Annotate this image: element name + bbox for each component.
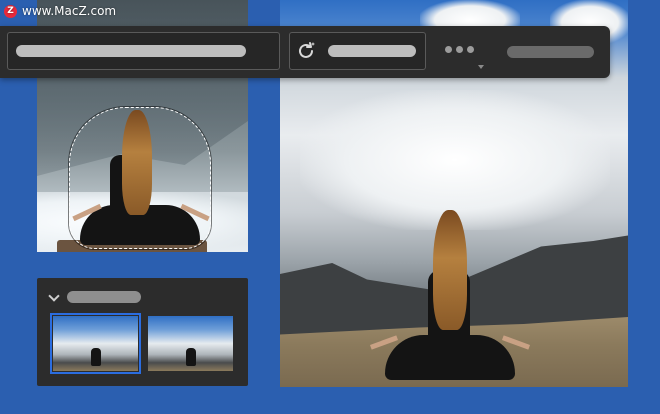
option-label-placeholder[interactable]	[507, 46, 594, 58]
dropdown-caret-icon[interactable]	[478, 65, 484, 69]
cloud	[300, 90, 610, 230]
thumbnail-2[interactable]	[148, 316, 233, 371]
subject-selection-outline	[69, 107, 211, 249]
macz-logo-icon: Z	[4, 4, 17, 18]
generate-label-placeholder	[328, 45, 416, 57]
chevron-down-icon[interactable]	[48, 290, 60, 302]
layers-panel	[37, 278, 248, 386]
generate-button[interactable]	[289, 32, 426, 70]
panel-title-placeholder	[67, 291, 141, 303]
contextual-taskbar	[0, 26, 610, 78]
prompt-field[interactable]	[7, 32, 280, 70]
watermark-text: www.MacZ.com	[22, 4, 117, 18]
thumbnail-1[interactable]	[50, 313, 141, 374]
watermark: Z www.MacZ.com	[4, 3, 116, 19]
meditating-person	[369, 210, 531, 385]
more-dots-icon[interactable]	[445, 46, 474, 53]
prompt-text-placeholder	[16, 45, 246, 57]
refresh-sparkle-icon	[296, 40, 318, 67]
